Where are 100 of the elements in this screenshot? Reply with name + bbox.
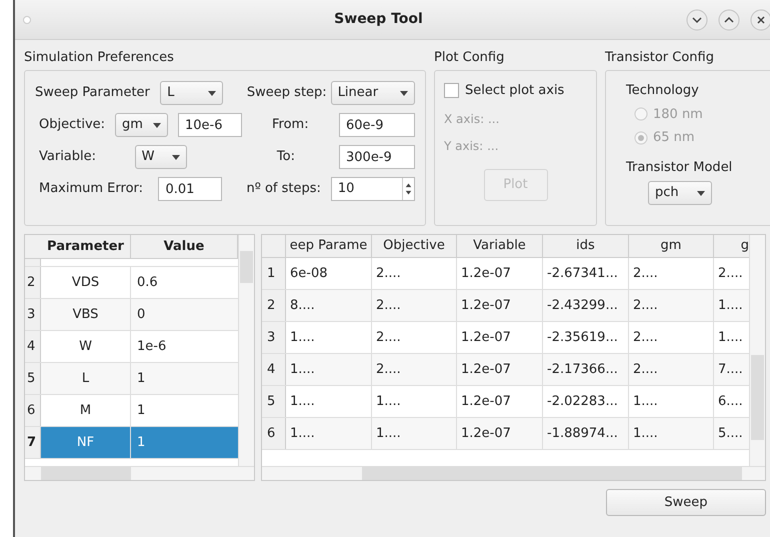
table-cell: 1.2e-07 [457, 290, 543, 321]
table-cell: 2.... [372, 258, 457, 289]
table-cell: 2.... [372, 290, 457, 321]
caret-icon [400, 90, 408, 96]
table-row[interactable]: 7 NF 1 [25, 427, 238, 459]
table-cell: 1.2e-07 [457, 322, 543, 353]
table-row[interactable]: 3 VBS 0 [25, 299, 238, 331]
row-number: 6 [262, 418, 286, 449]
column-header[interactable]: Parameter [41, 235, 131, 258]
row-number: 2 [25, 267, 41, 298]
table-cell: 1.... [372, 418, 457, 449]
group-title: Simulation Preferences [24, 49, 175, 67]
table-cell: -2.43299... [543, 290, 629, 321]
table-cell: NF [41, 427, 131, 458]
objective-label: Objective: [39, 116, 106, 134]
row-number: 3 [262, 322, 286, 353]
maximum-error-field[interactable]: 0.01 [158, 177, 222, 201]
transistor-model-label: Transistor Model [626, 158, 734, 176]
row-number: 7 [25, 427, 41, 458]
from-label: From: [272, 116, 310, 134]
table-cell: 2.... [372, 322, 457, 353]
window-title: Sweep Tool [333, 10, 424, 29]
technology-option: 65 nm [653, 128, 695, 148]
row-number: 1 [262, 258, 286, 289]
window-menu-icon[interactable] [23, 16, 31, 24]
sweep-parameter-dropdown[interactable]: L [160, 81, 223, 105]
objective-dropdown[interactable]: gm [115, 113, 168, 137]
table-cell: 2.... [629, 258, 714, 289]
column-header[interactable]: gm [629, 235, 714, 257]
table-cell: -1.88974... [543, 418, 629, 449]
column-header[interactable]: Variable [457, 235, 543, 257]
row-number: 3 [25, 299, 41, 330]
table-cell: -2.67341... [543, 258, 629, 289]
table-cell-text: 1 [136, 370, 146, 388]
transistor-model-dropdown[interactable]: pch [648, 181, 712, 205]
row-number: 5 [262, 386, 286, 417]
table-cell: 1.... [629, 418, 714, 449]
group-title: Transistor Config [605, 49, 715, 67]
variable-dropdown[interactable]: W [134, 145, 187, 169]
column-header[interactable]: Objective [372, 235, 457, 257]
axis-label: Y axis: ... [444, 138, 500, 154]
maximum-error-label: Maximum Error: [39, 180, 144, 198]
sweep-button[interactable]: Sweep [606, 489, 766, 516]
to-label: To: [276, 148, 295, 166]
table-cell: -2.17366... [543, 354, 629, 385]
table-row[interactable]: 6 M 1 [25, 395, 238, 427]
group-title: Plot Config [434, 49, 506, 67]
table-cell: 2.... [629, 322, 714, 353]
axis-label: X axis: ... [444, 110, 500, 128]
column-header[interactable]: eep Parame [286, 235, 372, 257]
table-cell: 1.2e-07 [457, 418, 543, 449]
table-cell-text: 0.6 [136, 274, 159, 292]
select-plot-axis-label: Select plot axis [465, 82, 564, 100]
table-cell: 1.2e-07 [457, 386, 543, 417]
vertical-scrollbar[interactable] [238, 235, 254, 466]
table-cell: -2.02283... [543, 386, 629, 417]
checkbox[interactable] [444, 83, 459, 98]
vertical-scrollbar[interactable] [749, 235, 765, 466]
to-field[interactable]: 300e-9 [339, 145, 415, 169]
caret-icon [172, 154, 180, 160]
technology-label: Technology [626, 82, 700, 100]
caret-icon [697, 190, 705, 196]
from-field[interactable]: 60e-9 [339, 113, 415, 137]
sweep-step-dropdown[interactable]: Linear [330, 81, 415, 105]
table-row[interactable]: 2 VDS 0.6 [25, 267, 238, 299]
table-cell: 1.... [286, 322, 372, 353]
caret-icon [208, 90, 216, 96]
horizontal-scrollbar[interactable] [25, 466, 254, 480]
table-cell: VDS [41, 267, 131, 298]
table-cell: 1.... [286, 386, 372, 417]
sweep-parameter-label: Sweep Parameter [35, 84, 151, 102]
column-header[interactable]: ids [543, 235, 629, 257]
technology-option: 180 nm [653, 104, 703, 124]
row-number: 5 [25, 363, 41, 394]
table-row[interactable]: 4 W 1e-6 [25, 331, 238, 363]
table-cell-text: 1 [136, 434, 146, 452]
sweep-step-label: Sweep step: [246, 84, 327, 102]
table-cell: 1.... [286, 354, 372, 385]
steps-label: nº of steps: [246, 180, 321, 198]
horizontal-scrollbar[interactable] [262, 466, 765, 480]
table-cell: 1.2e-07 [457, 354, 543, 385]
table-cell-text: 1e-6 [136, 338, 168, 356]
objective-target-field[interactable]: 10e-6 [178, 113, 242, 137]
table-cell: 8.... [286, 290, 372, 321]
maximize-icon[interactable] [718, 8, 740, 30]
table-cell: W [41, 331, 131, 362]
table-row[interactable]: 5 L 1 [25, 363, 238, 395]
row-number: 4 [25, 331, 41, 362]
table-cell: 6e-08 [286, 258, 372, 289]
steps-spinbox[interactable]: 10 [330, 177, 415, 201]
table-cell: 1.... [629, 386, 714, 417]
spin-arrows-icon[interactable] [402, 178, 414, 200]
close-icon[interactable] [750, 8, 770, 30]
table-cell: 2.... [629, 290, 714, 321]
table-cell: 1.... [372, 386, 457, 417]
table-cell: 2.... [372, 354, 457, 385]
minimize-icon[interactable] [686, 8, 708, 30]
row-number: 6 [25, 395, 41, 426]
table-cell-text: 0 [136, 306, 146, 324]
table-cell: VBS [41, 299, 131, 330]
